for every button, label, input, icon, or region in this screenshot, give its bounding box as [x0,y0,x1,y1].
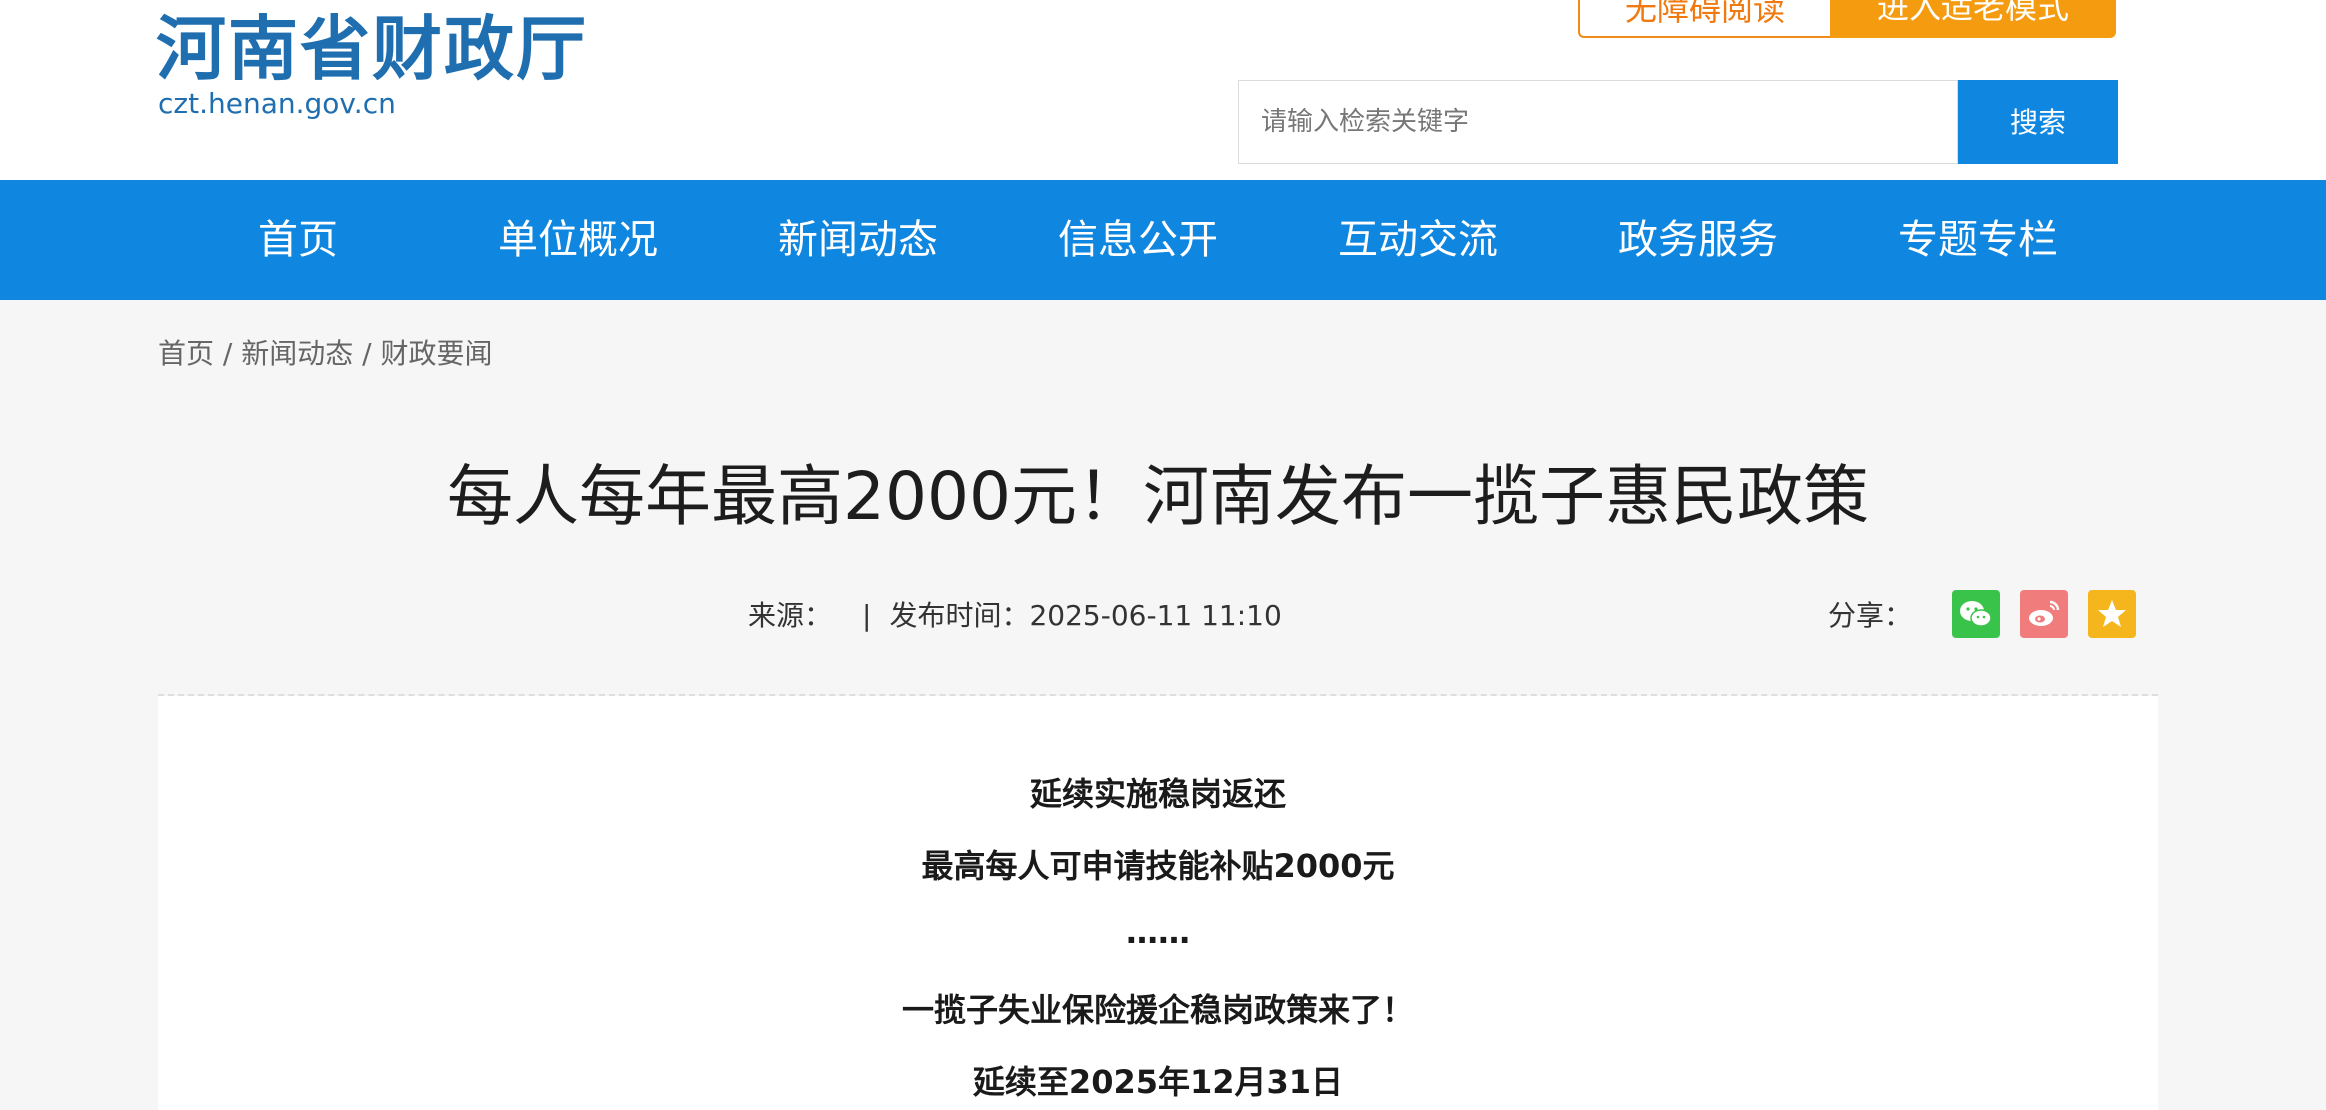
main-nav: 首页 单位概况 新闻动态 信息公开 互动交流 政务服务 专题专栏 [0,180,2326,300]
article-content: 延续实施稳岗返还 最高每人可申请技能补贴2000元 …… 一揽子失业保险援企稳岗… [158,696,2158,1110]
content-paragraph: 延续至2025年12月31日 [972,1063,1344,1101]
site-logo-title[interactable]: 河南省财政厅 [156,6,588,92]
article-meta: 来源： | 发布时间：2025-06-11 11:10 [748,596,1282,636]
nav-item-info-disclosure[interactable]: 信息公开 [1038,180,1238,300]
search-input[interactable] [1238,80,1958,164]
nav-item-overview[interactable]: 单位概况 [478,180,678,300]
site-logo-domain[interactable]: czt.henan.gov.cn [158,86,396,122]
breadcrumb-item-news[interactable]: 新闻动态 [241,337,353,370]
wechat-icon[interactable] [1952,590,2000,638]
nav-item-home[interactable]: 首页 [198,180,398,300]
share-label: 分享： [1828,599,1913,632]
content-paragraph: …… [1126,913,1190,951]
breadcrumb-item-home[interactable]: 首页 [158,337,214,370]
source-label: 来源： [748,599,833,632]
nav-item-topics[interactable]: 专题专栏 [1878,180,2078,300]
search-button[interactable]: 搜索 [1958,80,2118,164]
page-title: 每人每年最高2000元！河南发布一揽子惠民政策 [447,458,1869,535]
star-icon-glyph [2098,600,2126,627]
publish-time: 2025-06-11 11:10 [1029,599,1282,632]
content-paragraph: 一揽子失业保险援企稳岗政策来了！ [901,991,1414,1029]
meta-separator: | [862,599,872,632]
weibo-icon[interactable] [2020,590,2068,638]
content-paragraph: 延续实施稳岗返还 [1029,775,1286,813]
weibo-icon-glyph [2029,600,2060,626]
nav-item-services[interactable]: 政务服务 [1598,180,1798,300]
breadcrumb: 首页 / 新闻动态 / 财政要闻 [158,334,493,374]
publish-label: 发布时间： [889,599,1030,632]
nav-item-news[interactable]: 新闻动态 [758,180,958,300]
elderly-mode-button[interactable]: 进入适老模式 [1830,0,2116,38]
site-header: 河南省财政厅 czt.henan.gov.cn 无障碍阅读 进入适老模式 搜索 [0,0,2326,180]
wechat-icon-glyph [1960,601,1992,627]
breadcrumb-separator: / [214,337,242,370]
star-icon[interactable] [2088,590,2136,638]
breadcrumb-separator: / [353,337,381,370]
content-paragraph: 最高每人可申请技能补贴2000元 [921,847,1395,885]
breadcrumb-item-finance-news[interactable]: 财政要闻 [381,337,493,370]
accessible-reading-button[interactable]: 无障碍阅读 [1578,0,1830,38]
nav-item-interaction[interactable]: 互动交流 [1318,180,1518,300]
